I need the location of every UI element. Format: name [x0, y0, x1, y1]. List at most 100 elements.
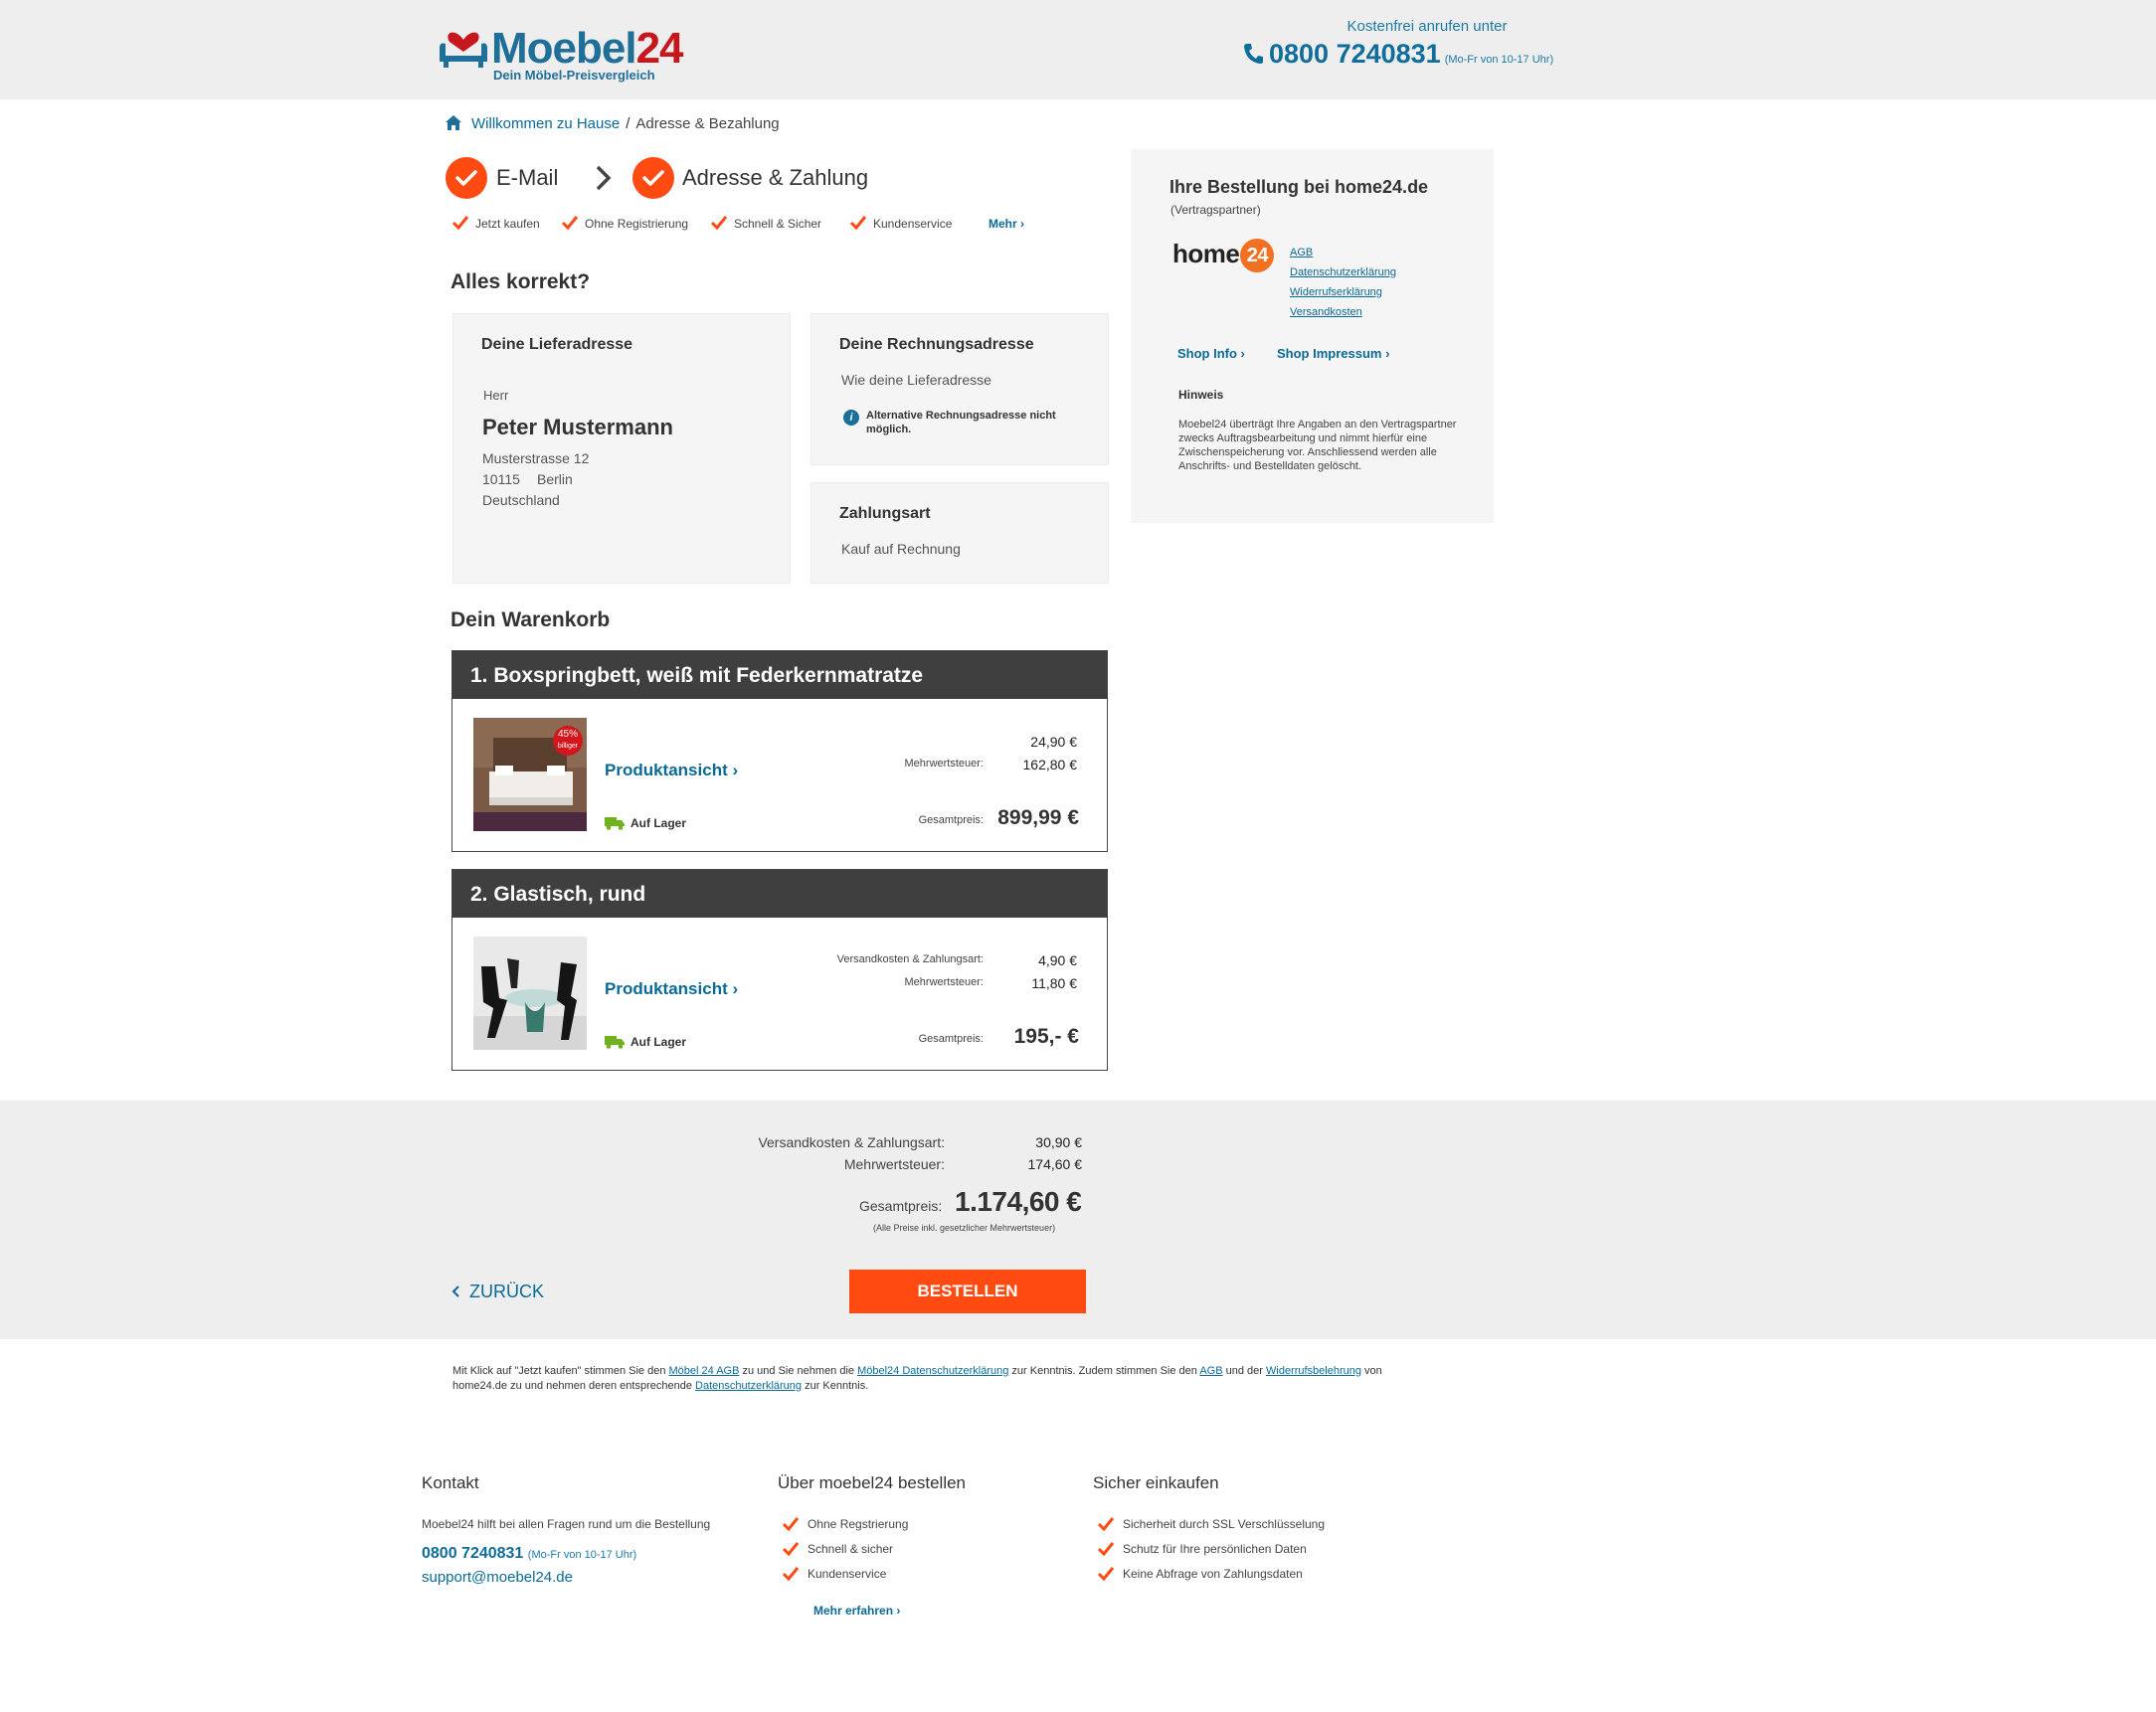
legal-notice: Mit Klick auf "Jetzt kaufen" stimmen Sie… [452, 1365, 1382, 1392]
check-icon [782, 1567, 800, 1582]
footer-more-link[interactable]: Mehr erfahren › [813, 1604, 900, 1618]
revocation-link[interactable]: Widerrufsbelehrung [1266, 1365, 1361, 1377]
summary-vat-value: 174,60 € [1027, 1156, 1083, 1172]
payment-card: Zahlungsart Kauf auf Rechnung [810, 482, 1109, 584]
product-image-glastisch[interactable] [473, 937, 587, 1050]
billing-note: Alternative Rechnungsadresse nicht mögli… [866, 410, 1056, 435]
footer-phone[interactable]: 0800 7240831 (Mo-Fr von 10-17 Uhr) [422, 1545, 710, 1563]
delivery-heading: Deine Lieferadresse [481, 336, 633, 353]
cart-item-title: 2. Glastisch, rund [452, 870, 1107, 918]
summary-total-label: Gesamtpreis: [859, 1198, 943, 1214]
cart-item: 2. Glastisch, rund Produktansicht › Auf … [451, 869, 1108, 1071]
stock-status: Auf Lager [605, 816, 686, 830]
summary-shipping-value: 30,90 € [1035, 1134, 1082, 1150]
moebel24-privacy-link[interactable]: Möbel24 Datenschutzerklärung [857, 1365, 1008, 1377]
review-title: Alles korrekt? [450, 270, 591, 293]
shipping-value: 4,90 € [1038, 952, 1077, 968]
order-button[interactable]: BESTELLEN [849, 1270, 1086, 1313]
footer-contact-title: Kontakt [422, 1473, 479, 1492]
cart-title: Dein Warenkorb [450, 608, 611, 631]
cart-item: 1. Boxspringbett, weiß mit Federkernmatr… [451, 650, 1108, 852]
product-image-boxspringbett[interactable]: 45% billiger [473, 718, 587, 831]
footer-secure-title: Sicher einkaufen [1093, 1473, 1219, 1492]
item-total: 899,99 € [997, 806, 1079, 829]
home24-agb-link[interactable]: AGB [1199, 1365, 1222, 1377]
chevron-right-icon [596, 165, 612, 191]
truck-icon [605, 1036, 625, 1049]
check-icon [1097, 1542, 1115, 1557]
footer-order-item: Kundenservice [778, 1567, 966, 1592]
footer-order-title: Über moebel24 bestellen [778, 1473, 967, 1492]
footer-order-item: Ohne Regstrierung [778, 1517, 966, 1542]
breadcrumb: Willkommen zu Hause / Adresse & Bezahlung [446, 115, 780, 132]
partner-title: Ihre Bestellung bei home24.de [1169, 177, 1429, 197]
shop-info-link[interactable]: Shop Info › [1177, 346, 1245, 361]
breadcrumb-current: Adresse & Bezahlung [635, 115, 780, 132]
hotline: Kostenfrei anrufen unter 0800 7240831 (Mo… [1243, 18, 1571, 70]
footer-order-item: Schnell & sicher [778, 1542, 966, 1567]
salutation: Herr [483, 388, 509, 403]
back-button[interactable]: ZURÜCK [451, 1282, 544, 1302]
brand-tagline: Dein Möbel-Preisvergleich [493, 68, 655, 83]
brand-name: Moebel24 [491, 24, 684, 73]
total-label: Gesamtpreis: [918, 814, 984, 826]
partner-shipping-link[interactable]: Versandkosten [1290, 306, 1362, 318]
vat-value: 162,80 € [1022, 757, 1078, 772]
step-address-label: Adresse & Zahlung [682, 165, 869, 190]
payment-heading: Zahlungsart [839, 505, 931, 522]
home24-logo: home 24 [1172, 239, 1275, 272]
moebel24-agb-link[interactable]: Möbel 24 AGB [669, 1365, 740, 1377]
customer-name: Peter Mustermann [482, 415, 673, 439]
delivery-address-card: Deine Lieferadresse Herr Peter Musterman… [452, 313, 791, 584]
street: Musterstrasse 12 [482, 450, 590, 466]
footer-secure-item: Schutz für Ihre persönlichen Daten [1093, 1542, 1325, 1567]
shop-impressum-link[interactable]: Shop Impressum › [1277, 346, 1389, 361]
summary-shipping-label: Versandkosten & Zahlungsart: [758, 1134, 945, 1150]
check-icon [782, 1517, 800, 1532]
country: Deutschland [482, 492, 560, 508]
item-total: 195,- € [1013, 1025, 1079, 1048]
check-icon [451, 216, 469, 231]
discount-badge: 45% billiger [553, 726, 583, 756]
moebel24-logo[interactable]: Moebel24 Dein Möbel-Preisvergleich [438, 20, 686, 84]
footer-contact: Kontakt Moebel24 hilft bei allen Fragen … [422, 1473, 710, 1587]
shipping-label: Versandkosten & Zahlungsart: [836, 953, 984, 965]
vat-label: Mehrwertsteuer: [904, 976, 984, 988]
chevron-left-icon [451, 1285, 459, 1297]
hotline-label: Kostenfrei anrufen unter [1347, 18, 1508, 35]
hotline-phone[interactable]: 0800 7240831 (Mo-Fr von 10-17 Uhr) [1243, 39, 1571, 70]
footer-secure-item: Keine Abfrage von Zahlungsdaten [1093, 1567, 1325, 1592]
truck-icon [605, 817, 625, 830]
hint-title: Hinweis [1178, 388, 1224, 402]
vat-note: (Alle Preise inkl. gesetzlicher Mehrwert… [873, 1223, 1056, 1233]
step-active-check-icon [632, 157, 674, 199]
cart-item-title: 1. Boxspringbett, weiß mit Federkernmatr… [452, 651, 1107, 699]
partner-agb-link[interactable]: AGB [1290, 247, 1313, 258]
hint-text: Moebel24 überträgt Ihre Angaben an den V… [1178, 419, 1457, 472]
partner-revocation-link[interactable]: Widerrufserklärung [1290, 286, 1382, 298]
check-icon [710, 216, 728, 231]
product-view-link[interactable]: Produktansicht › [605, 761, 738, 780]
check-icon [561, 216, 579, 231]
stock-status: Auf Lager [605, 1035, 686, 1049]
summary-total: 1.174,60 € [955, 1186, 1082, 1217]
payment-method: Kauf auf Rechnung [841, 541, 961, 557]
product-view-link[interactable]: Produktansicht › [605, 979, 738, 999]
footer-email-link[interactable]: support@moebel24.de [422, 1569, 573, 1586]
top-header: Moebel24 Dein Möbel-Preisvergleich Koste… [0, 0, 2156, 99]
footer-secure: Sicher einkaufen Sicherheit durch SSL Ve… [1093, 1473, 1325, 1592]
home-icon[interactable] [446, 115, 461, 130]
summary-vat-label: Mehrwertsteuer: [843, 1156, 945, 1172]
billing-heading: Deine Rechnungsadresse [839, 336, 1034, 353]
home24-privacy-link[interactable]: Datenschutzerklärung [695, 1380, 802, 1392]
usp-more-link[interactable]: Mehr › [988, 217, 1024, 231]
order-partner-panel: Ihre Bestellung bei home24.de (Vertragsp… [1131, 149, 1494, 523]
sofa-heart-logo-icon [440, 32, 487, 68]
breadcrumb-home-link[interactable]: Willkommen zu Hause [471, 115, 620, 132]
partner-privacy-link[interactable]: Datenschutzerklärung [1290, 266, 1396, 278]
phone-icon [1244, 44, 1263, 64]
check-icon [849, 216, 867, 231]
check-icon [1097, 1567, 1115, 1582]
city: Berlin [537, 471, 573, 487]
billing-text: Wie deine Lieferadresse [841, 372, 991, 388]
